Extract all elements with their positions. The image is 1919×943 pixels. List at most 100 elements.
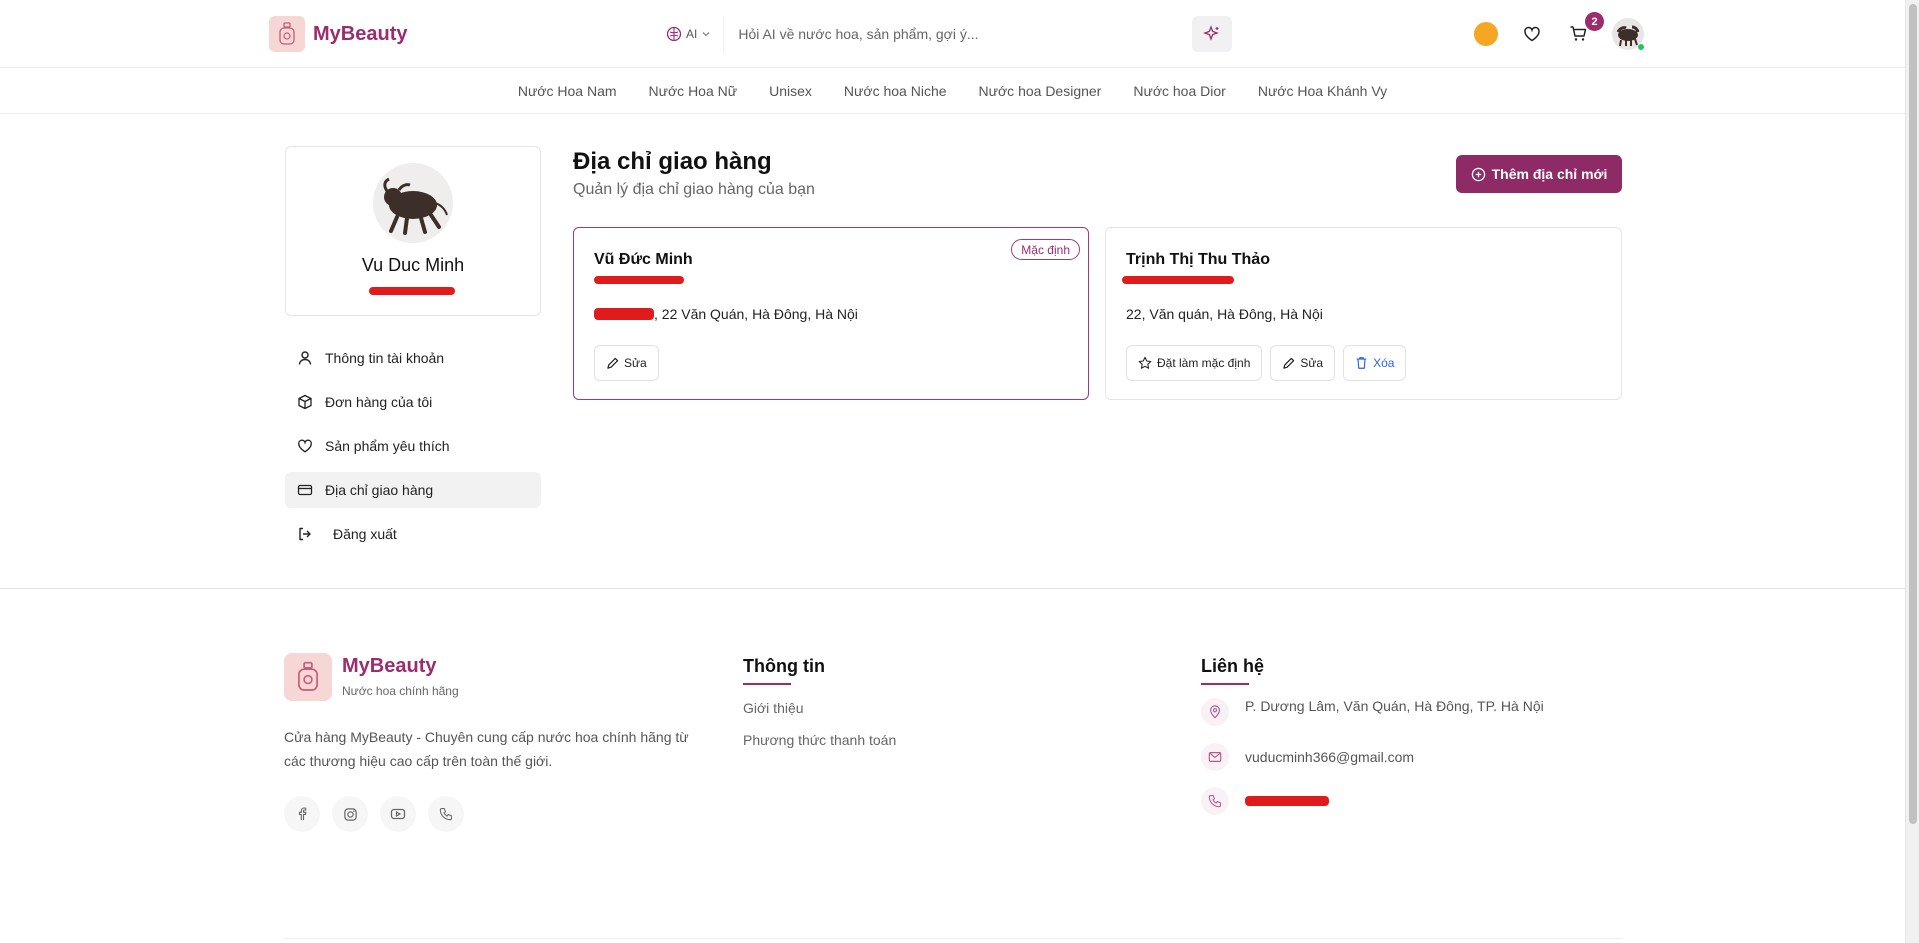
delete-address-button[interactable]: Xóa xyxy=(1343,345,1407,381)
map-pin-icon xyxy=(1201,698,1229,726)
address-name: Trịnh Thị Thu Thảo xyxy=(1126,251,1270,268)
contact-phone[interactable] xyxy=(1201,787,1329,815)
nav-khanh-vy[interactable]: Nước Hoa Khánh Vy xyxy=(1258,83,1387,99)
contact-email-text: vuducminh366@gmail.com xyxy=(1245,749,1415,765)
nav-designer[interactable]: Nước hoa Designer xyxy=(979,83,1102,99)
ai-search-bar: AI xyxy=(656,16,1232,52)
redacted-address-part xyxy=(594,308,654,320)
facebook-icon xyxy=(298,807,307,820)
nav-unisex[interactable]: Unisex xyxy=(769,83,812,99)
chevron-down-icon xyxy=(702,32,710,37)
footer-link-payment[interactable]: Phương thức thanh toán xyxy=(743,732,896,748)
page-subtitle: Quản lý địa chỉ giao hàng của bạn xyxy=(573,181,815,198)
edit-label: Sửa xyxy=(1300,356,1324,370)
phone-link[interactable] xyxy=(428,796,464,832)
online-status-dot xyxy=(1637,43,1645,51)
perfume-bottle-icon xyxy=(284,653,332,701)
nav-men-perfume[interactable]: Nước Hoa Nam xyxy=(518,83,617,99)
address-line: , 22 Văn Quán, Hà Đông, Hà Nội xyxy=(654,306,858,322)
cart-count-badge: 2 xyxy=(1585,12,1604,31)
logout-icon xyxy=(299,527,311,541)
menu-item-account[interactable]: Thông tin tài khoản xyxy=(285,340,541,376)
phone-icon xyxy=(439,808,452,821)
ai-submit-button[interactable] xyxy=(1192,16,1232,52)
footer-divider xyxy=(0,588,1905,589)
edit-address-button[interactable]: Sửa xyxy=(594,345,659,381)
perfume-bottle-icon xyxy=(269,16,305,52)
footer-bottom-divider xyxy=(284,938,1622,939)
menu-label-orders: Đơn hàng của tôi xyxy=(325,394,433,410)
profile-avatar xyxy=(373,163,453,243)
user-icon xyxy=(298,351,312,365)
ai-mode-select[interactable]: AI xyxy=(656,16,725,52)
nav-niche[interactable]: Nước hoa Niche xyxy=(844,83,947,99)
menu-label-addresses: Địa chỉ giao hàng xyxy=(325,482,434,498)
pencil-icon xyxy=(1283,357,1295,369)
redacted-phone xyxy=(1245,796,1329,806)
footer-link-about[interactable]: Giới thiệu xyxy=(743,700,804,716)
menu-item-favorites[interactable]: Sản phẩm yêu thích xyxy=(285,428,541,464)
pencil-icon xyxy=(607,357,619,369)
redacted-phone xyxy=(594,276,684,284)
youtube-icon xyxy=(390,808,406,820)
nav-dior[interactable]: Nước hoa Dior xyxy=(1133,83,1225,99)
header-actions: 2 xyxy=(1474,12,1645,51)
social-links xyxy=(284,796,464,832)
brand-name: MyBeauty xyxy=(313,22,408,45)
user-avatar[interactable] xyxy=(1612,18,1645,51)
trash-icon xyxy=(1356,357,1367,369)
menu-label-logout: Đăng xuất xyxy=(333,526,397,542)
ai-mode-label: AI xyxy=(686,27,698,41)
youtube-link[interactable] xyxy=(380,796,416,832)
address-line: 22, Văn quán, Hà Đông, Hà Nội xyxy=(1126,306,1323,322)
scrollbar-thumb[interactable] xyxy=(1909,4,1917,824)
star-icon xyxy=(1138,356,1152,369)
page-title: Địa chỉ giao hàng xyxy=(573,148,772,175)
delete-label: Xóa xyxy=(1373,356,1395,370)
footer-tagline: Nước hoa chính hãng xyxy=(342,684,459,698)
menu-item-orders[interactable]: Đơn hàng của tôi xyxy=(285,384,541,420)
profile-card: Vu Duc Minh xyxy=(285,146,541,316)
site-header: MyBeauty AI 2 xyxy=(0,0,1905,68)
address-actions: Sửa xyxy=(594,345,659,381)
brain-icon xyxy=(666,26,682,42)
redacted-email xyxy=(369,287,455,295)
footer-info-title: Thông tin xyxy=(743,656,825,685)
credit-card-icon xyxy=(297,484,313,496)
address-card: Trịnh Thị Thu Thảo 22, Văn quán, Hà Đông… xyxy=(1105,227,1622,400)
redacted-phone xyxy=(1122,276,1234,284)
facebook-link[interactable] xyxy=(284,796,320,832)
menu-item-addresses[interactable]: Địa chỉ giao hàng xyxy=(285,472,541,508)
cart-icon xyxy=(1570,26,1587,41)
footer-brand-name: MyBeauty xyxy=(342,655,437,677)
mail-icon xyxy=(1201,743,1229,771)
address-actions: Đặt làm mặc định Sửa Xóa xyxy=(1126,345,1407,381)
wishlist-button[interactable] xyxy=(1520,22,1544,46)
set-default-button[interactable]: Đặt làm mặc định xyxy=(1126,345,1263,381)
add-address-button[interactable]: Thêm địa chỉ mới xyxy=(1456,155,1622,193)
contact-address: P. Dương Lâm, Văn Quán, Hà Đông, TP. Hà … xyxy=(1201,698,1544,726)
search-input[interactable] xyxy=(724,16,1192,52)
brand-logo[interactable]: MyBeauty xyxy=(269,16,407,52)
menu-label-favorites: Sản phẩm yêu thích xyxy=(325,438,450,454)
menu-item-logout[interactable]: Đăng xuất xyxy=(285,516,541,552)
menu-label-account: Thông tin tài khoản xyxy=(325,350,445,366)
cart-button[interactable]: 2 xyxy=(1566,12,1604,46)
address-name: Vũ Đức Minh xyxy=(594,251,693,268)
instagram-icon xyxy=(343,807,357,821)
package-icon xyxy=(298,394,312,410)
account-menu: Thông tin tài khoản Đơn hàng của tôi Sản… xyxy=(285,340,541,560)
heart-icon xyxy=(298,439,312,453)
contact-email[interactable]: vuducminh366@gmail.com xyxy=(1201,743,1414,771)
footer-brand[interactable]: MyBeauty Nước hoa chính hãng xyxy=(284,653,459,701)
sparkle-icon xyxy=(1203,25,1219,41)
plus-circle-icon xyxy=(1471,167,1485,181)
page-scrollbar[interactable] xyxy=(1905,0,1919,943)
footer-contact-title: Liên hệ xyxy=(1201,656,1264,685)
edit-address-button[interactable]: Sửa xyxy=(1270,345,1336,381)
coin-icon[interactable] xyxy=(1474,22,1498,46)
default-badge: Mặc định xyxy=(1011,239,1080,260)
address-card-default: Mặc định Vũ Đức Minh , 22 Văn Quán, Hà Đ… xyxy=(573,227,1089,400)
nav-women-perfume[interactable]: Nước Hoa Nữ xyxy=(649,83,738,99)
instagram-link[interactable] xyxy=(332,796,368,832)
